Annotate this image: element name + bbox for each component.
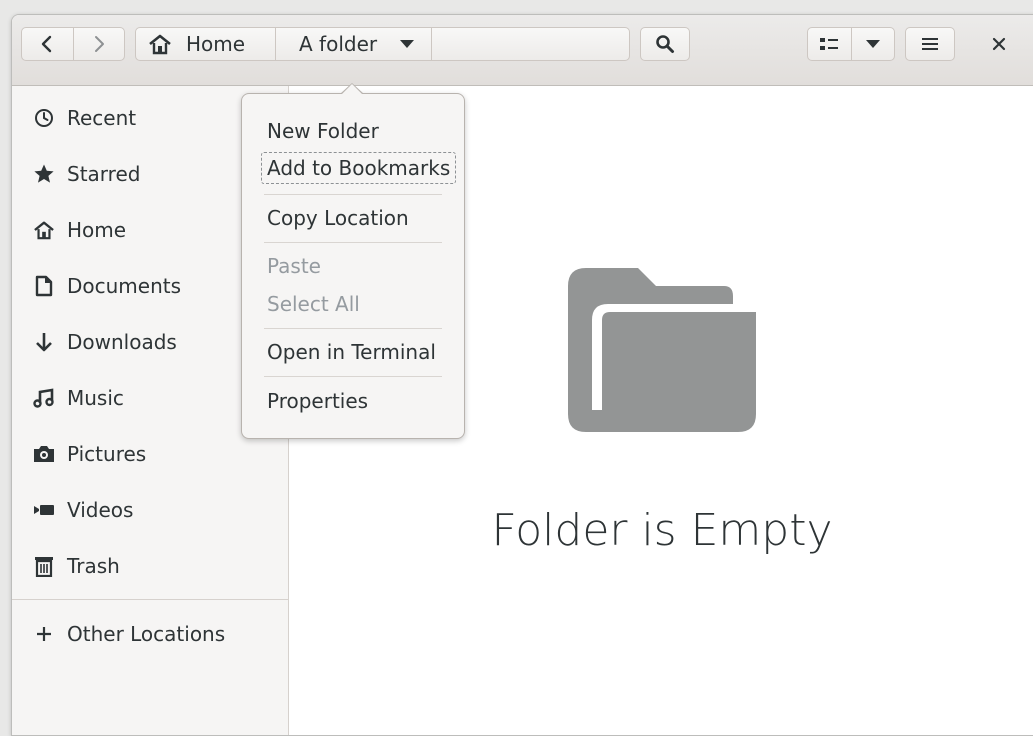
close-icon (992, 37, 1006, 51)
breadcrumb-home-label: Home (186, 32, 246, 56)
menu-item-add-to-bookmarks[interactable]: Add to Bookmarks (261, 152, 457, 184)
sidebar-item-label: Music (67, 386, 124, 410)
sidebar-item-label: Videos (67, 498, 134, 522)
empty-folder-message: Folder is Empty (491, 505, 833, 556)
menu-item-properties[interactable]: Properties (267, 388, 368, 414)
camera-icon (33, 443, 55, 465)
sidebar-item-label: Other Locations (67, 622, 226, 646)
star-icon (33, 163, 55, 185)
forward-button[interactable] (72, 28, 125, 60)
document-icon (33, 275, 55, 297)
sidebar-item-other-locations[interactable]: Other Locations (12, 614, 288, 654)
menu-separator (264, 194, 442, 195)
close-button[interactable] (974, 27, 1024, 61)
list-view-icon (820, 38, 839, 50)
context-menu: New Folder Add to Bookmarks Copy Locatio… (241, 83, 465, 439)
sidebar-item-label: Pictures (67, 442, 147, 466)
video-camera-icon (33, 499, 55, 521)
music-note-icon (33, 387, 55, 409)
header-bar: Home A folder (12, 15, 1033, 86)
view-options-button[interactable] (850, 28, 895, 60)
breadcrumb-current-folder[interactable]: A folder (276, 28, 432, 60)
menu-separator (264, 328, 442, 329)
sidebar-item-label: Starred (67, 162, 141, 186)
breadcrumb-home[interactable]: Home (136, 28, 276, 60)
search-button[interactable] (640, 27, 690, 61)
triangle-down-icon (865, 40, 880, 48)
chevron-right-icon (94, 36, 104, 52)
plus-icon (33, 623, 55, 645)
menu-item-copy-location[interactable]: Copy Location (267, 205, 409, 231)
trash-icon (33, 555, 55, 577)
breadcrumb-folder-label: A folder (299, 32, 378, 56)
sidebar-item-label: Recent (67, 106, 137, 130)
menu-item-open-in-terminal[interactable]: Open in Terminal (267, 339, 436, 365)
sidebar-item-label: Downloads (67, 330, 177, 354)
search-icon (656, 35, 674, 53)
menu-item-new-folder[interactable]: New Folder (267, 118, 379, 144)
sidebar-item-videos[interactable]: Videos (12, 490, 288, 530)
triangle-down-icon (400, 40, 415, 48)
menu-separator (264, 376, 442, 377)
menu-item-paste[interactable]: Paste (267, 253, 321, 279)
view-toggle-button[interactable] (808, 28, 851, 60)
home-icon (149, 34, 171, 55)
menu-item-select-all[interactable]: Select All (267, 291, 360, 317)
sidebar-item-label: Trash (67, 554, 120, 578)
navigation-buttons (21, 27, 125, 61)
sidebar-item-label: Home (67, 218, 127, 242)
arrow-down-icon (33, 331, 55, 353)
folder-icon (568, 268, 758, 438)
clock-icon (33, 107, 55, 129)
view-buttons (807, 27, 895, 61)
back-button[interactable] (22, 28, 73, 60)
sidebar-item-label: Documents (67, 274, 182, 298)
sidebar-item-pictures[interactable]: Pictures (12, 434, 288, 474)
sidebar-divider (12, 599, 288, 600)
path-bar: Home A folder (135, 27, 630, 61)
hamburger-icon (922, 38, 938, 50)
home-icon (33, 219, 55, 241)
file-manager-window: Home A folder Recent Starred Home Docume… (11, 14, 1033, 736)
sidebar-item-trash[interactable]: Trash (12, 546, 288, 586)
chevron-left-icon (42, 35, 52, 53)
menu-separator (264, 242, 442, 243)
main-menu-button[interactable] (905, 27, 955, 61)
popover-arrow (340, 83, 364, 95)
